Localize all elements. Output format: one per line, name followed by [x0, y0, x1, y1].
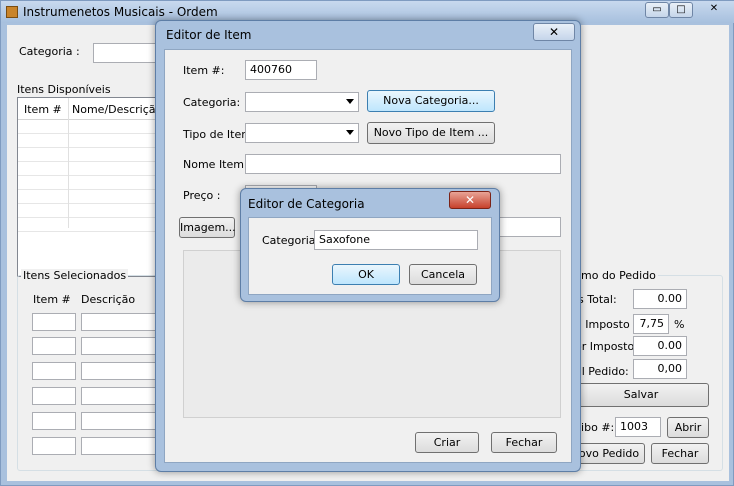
- grid-header: Item # Nome/Descrição It: [18, 98, 173, 228]
- grid-divider: [68, 98, 69, 228]
- minimize-button[interactable]: ▭: [645, 2, 669, 18]
- cancela-button[interactable]: Cancela: [409, 264, 477, 285]
- nome-item-label: Nome Item:: [183, 158, 248, 171]
- close-button[interactable]: ✕: [699, 2, 729, 18]
- item-number-field[interactable]: 400760: [245, 60, 317, 80]
- novo-tipo-button[interactable]: Novo Tipo de Item ...: [367, 122, 495, 144]
- salvar-button[interactable]: Salvar: [573, 383, 709, 407]
- categoria-name-field[interactable]: Saxofone: [314, 230, 478, 250]
- table-row[interactable]: [18, 162, 168, 176]
- table-row[interactable]: [18, 176, 168, 190]
- imagem-path-field[interactable]: [495, 217, 561, 237]
- editor-categoria-dialog: Editor de Categoria ✕ Categoria: Saxofon…: [240, 188, 500, 302]
- editor-item-title: Editor de Item: [166, 28, 252, 42]
- itens-disponiveis-grid[interactable]: Item # Nome/Descrição It: [17, 97, 173, 277]
- sel-col-descricao-header: Descrição: [81, 293, 136, 306]
- imagem-button[interactable]: Imagem...: [179, 217, 236, 238]
- ok-button[interactable]: OK: [332, 264, 400, 285]
- editor-categoria-title: Editor de Categoria: [248, 197, 365, 211]
- sel-desc-cell[interactable]: [81, 412, 161, 430]
- tipo-item-combo[interactable]: [245, 123, 359, 143]
- sel-desc-cell[interactable]: [81, 387, 161, 405]
- sel-col-item-header: Item #: [33, 293, 71, 306]
- categoria-combo[interactable]: [93, 43, 163, 63]
- table-row[interactable]: [18, 148, 168, 162]
- sel-item-cell[interactable]: [32, 387, 76, 405]
- fechar-main-button[interactable]: Fechar: [651, 443, 709, 464]
- abrir-button[interactable]: Abrir: [667, 417, 709, 438]
- preco-label: Preço :: [183, 189, 221, 202]
- editor-item-close-button[interactable]: ✕: [533, 23, 575, 41]
- categoria-name-label: Categoria:: [262, 234, 320, 247]
- main-window-title: Instrumenetos Musicais - Ordem: [23, 5, 218, 19]
- imposto-label: a Imposto: [575, 318, 630, 331]
- total-field[interactable]: 0.00: [633, 289, 687, 309]
- sel-item-cell[interactable]: [32, 362, 76, 380]
- categoria-label: Categoria :: [19, 45, 80, 58]
- sel-item-cell[interactable]: [32, 437, 76, 455]
- fechar-item-button[interactable]: Fechar: [491, 432, 557, 453]
- itens-disponiveis-label: Itens Disponíveis: [17, 83, 111, 96]
- resumo-pedido-label: mo do Pedido: [579, 269, 658, 282]
- editor-categoria-close-button[interactable]: ✕: [449, 191, 491, 209]
- editor-categoria-client: Categoria: Saxofone OK Cancela: [248, 217, 492, 295]
- itens-selecionados-label: Itens Selecionados: [21, 269, 129, 282]
- valor-imposto-field[interactable]: 0.00: [633, 336, 687, 356]
- nova-categoria-button[interactable]: Nova Categoria...: [367, 90, 495, 112]
- criar-button[interactable]: Criar: [415, 432, 479, 453]
- recibo-field[interactable]: 1003: [615, 417, 661, 437]
- chevron-down-icon: [346, 99, 354, 104]
- app-icon: [6, 6, 18, 18]
- sel-desc-cell[interactable]: [81, 313, 161, 331]
- col-item-header[interactable]: Item #: [24, 103, 62, 116]
- table-row[interactable]: [18, 190, 168, 204]
- imposto-field[interactable]: 7,75: [633, 314, 669, 334]
- sel-item-cell[interactable]: [32, 412, 76, 430]
- categoria-label: Categoria:: [183, 96, 241, 109]
- sel-item-cell[interactable]: [32, 313, 76, 331]
- total-pedido-field[interactable]: 0,00: [633, 359, 687, 379]
- total-label: is Total:: [575, 293, 617, 306]
- novo-pedido-button[interactable]: ovo Pedido: [573, 443, 645, 464]
- valor-imposto-label: or Imposto: [575, 340, 635, 353]
- total-pedido-label: al Pedido:: [575, 365, 629, 378]
- imposto-unit: %: [674, 318, 685, 331]
- table-row[interactable]: [18, 204, 168, 218]
- sel-desc-cell[interactable]: [81, 362, 161, 380]
- table-row[interactable]: [18, 120, 168, 134]
- sel-desc-cell[interactable]: [81, 437, 161, 455]
- table-row[interactable]: [18, 218, 168, 232]
- item-number-label: Item #:: [183, 64, 225, 77]
- sel-desc-cell[interactable]: [81, 337, 161, 355]
- maximize-button[interactable]: □: [669, 2, 693, 18]
- categoria-combo[interactable]: [245, 92, 359, 112]
- sel-item-cell[interactable]: [32, 337, 76, 355]
- chevron-down-icon: [346, 130, 354, 135]
- nome-item-field[interactable]: [245, 154, 561, 174]
- table-row[interactable]: [18, 134, 168, 148]
